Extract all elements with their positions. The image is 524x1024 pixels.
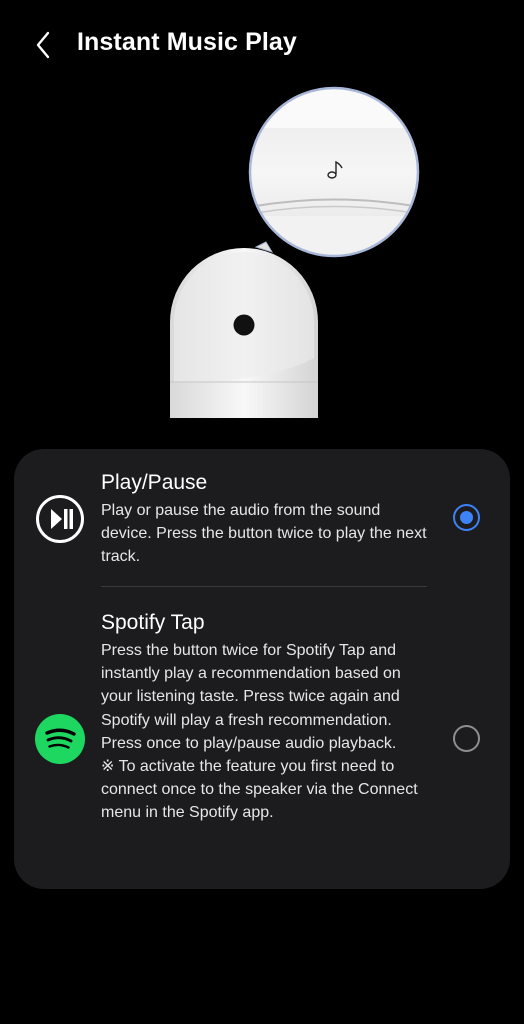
back-button[interactable] — [26, 26, 60, 64]
play-pause-icon — [35, 494, 85, 544]
spotify-tap-radio[interactable] — [453, 725, 480, 752]
header: Instant Music Play — [0, 0, 524, 90]
option-play-pause[interactable]: Play/Pause Play or pause the audio from … — [14, 449, 510, 586]
options-card: Play/Pause Play or pause the audio from … — [14, 449, 510, 889]
option-title: Spotify Tap — [101, 611, 205, 634]
device-illustration — [160, 82, 430, 427]
option-spotify-tap[interactable]: Spotify Tap Press the button twice for S… — [14, 587, 510, 887]
chevron-left-icon — [36, 31, 50, 59]
option-description: Press the button twice for Spotify Tap a… — [101, 642, 418, 822]
option-description: Play or pause the audio from the sound d… — [101, 502, 427, 566]
option-title: Play/Pause — [101, 471, 208, 494]
spotify-icon — [35, 714, 85, 764]
page-title: Instant Music Play — [77, 28, 297, 56]
play-pause-radio[interactable] — [453, 504, 480, 531]
